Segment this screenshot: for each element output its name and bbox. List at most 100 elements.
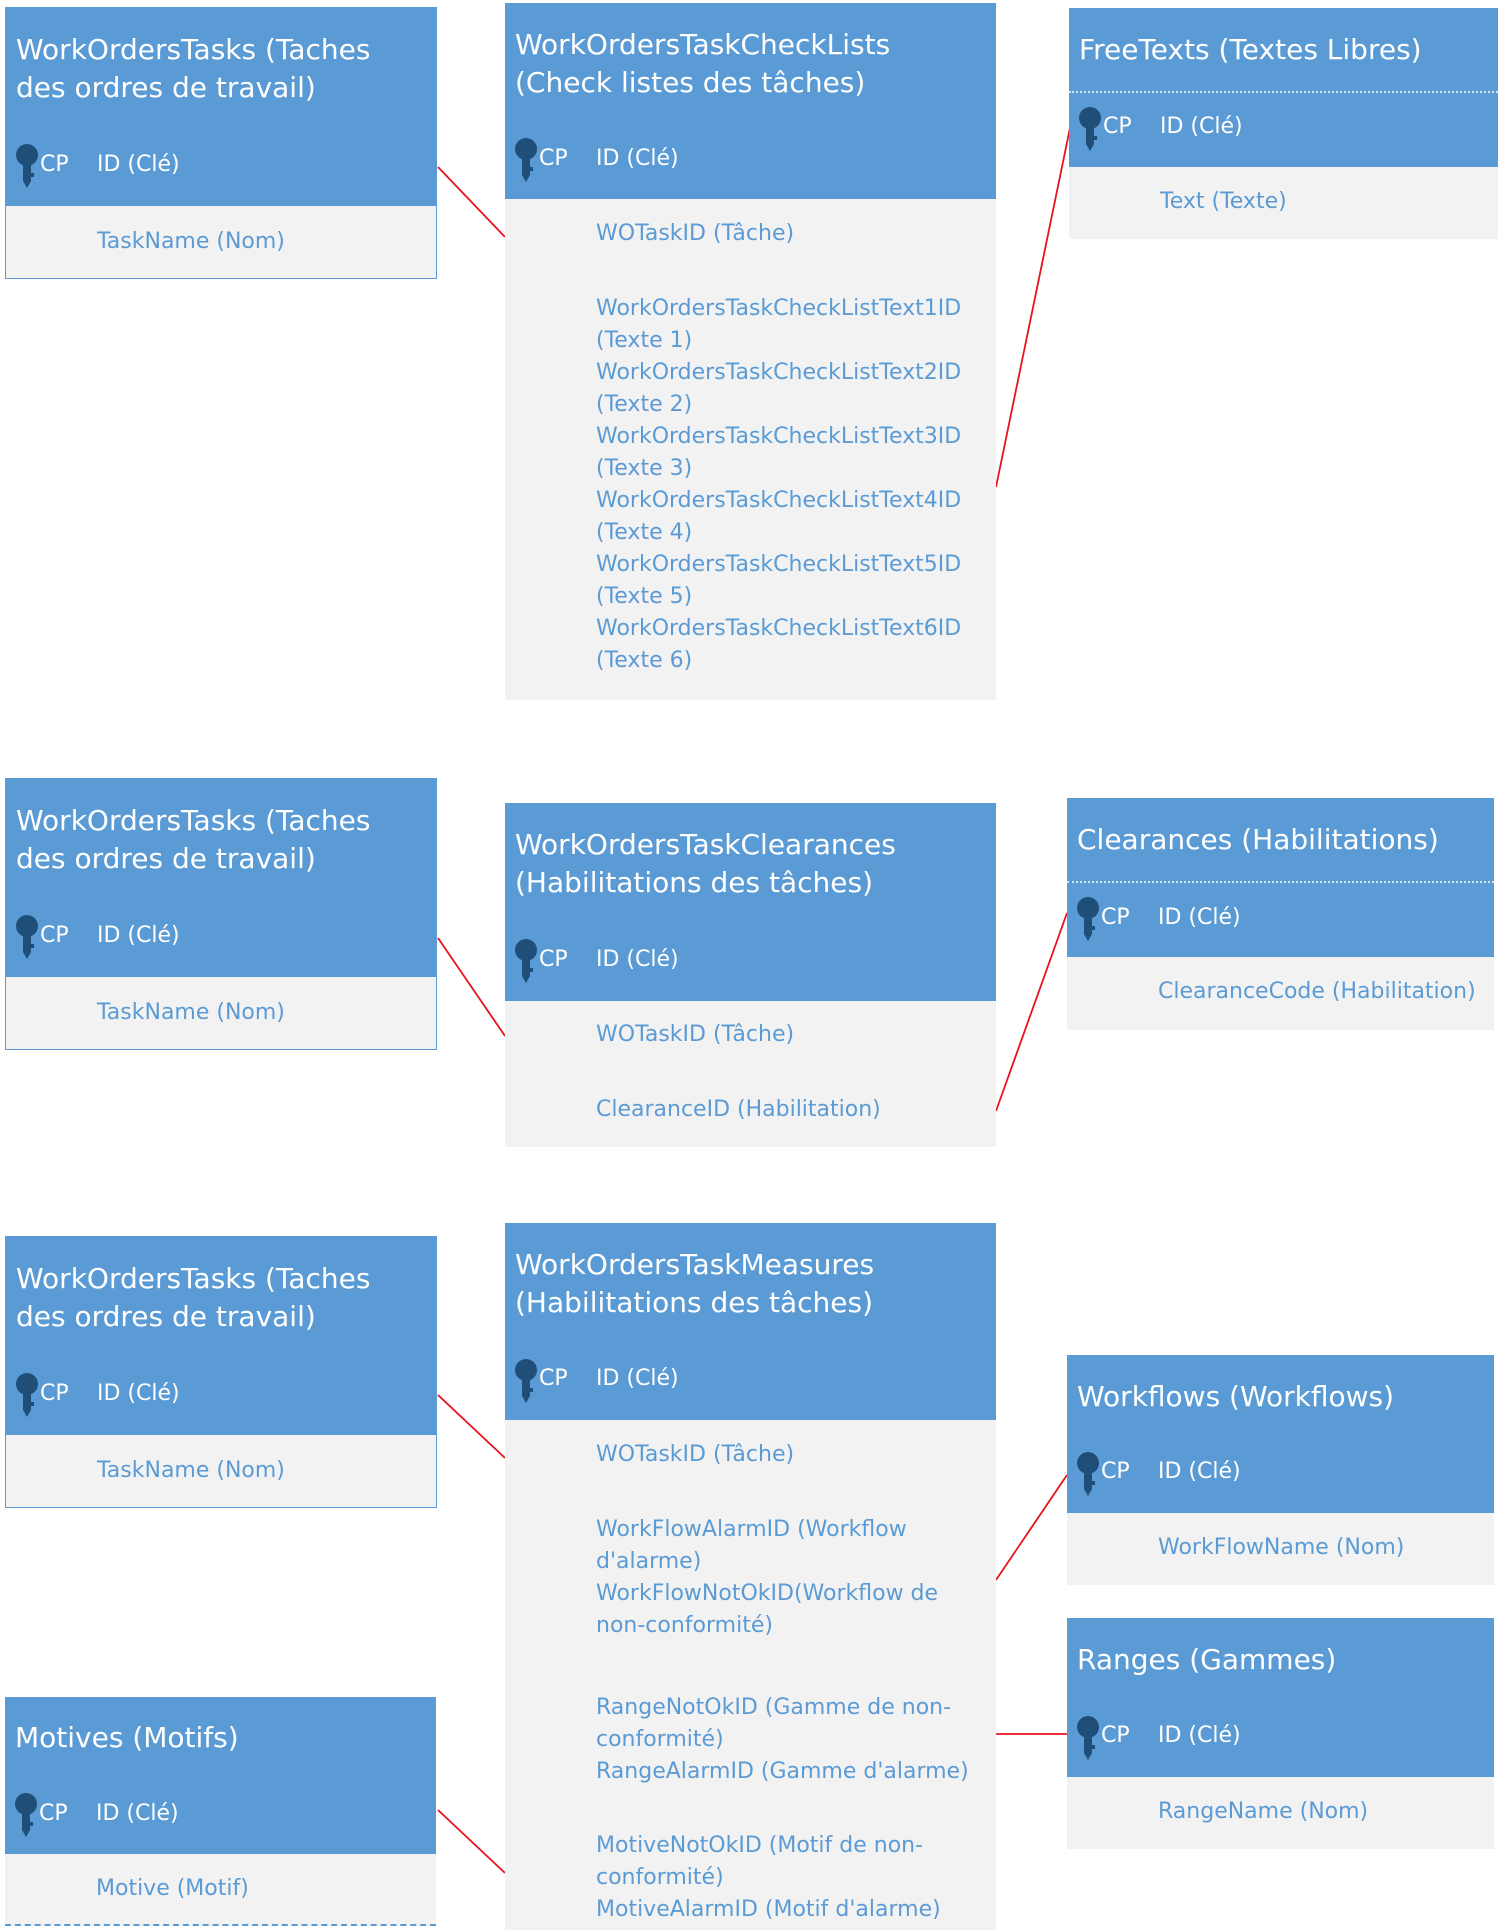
fields-section: WOTaskID (Tâche) WorkFlowAlarmID (Workfl… — [505, 1420, 996, 1930]
entity-workorderstasks[interactable]: WorkOrdersTasks (Taches des ordres de tr… — [5, 1236, 437, 1508]
primary-key-field: ID (Clé) — [97, 152, 180, 177]
fields-section: RangeName (Nom) — [1067, 1777, 1494, 1849]
entity-title: WorkOrdersTasks (Taches des ordres de tr… — [6, 779, 436, 900]
entity-title: FreeTexts (Textes Libres) — [1069, 8, 1498, 91]
primary-key-tag: CP — [539, 146, 568, 171]
field-checklist-text5: WorkOrdersTaskCheckListText5ID (Texte 5) — [596, 552, 962, 609]
primary-key-row: CP ID (Clé) — [505, 124, 996, 199]
primary-key-row: CP ID (Clé) — [6, 900, 436, 977]
field-taskname: TaskName (Nom) — [97, 1458, 285, 1483]
primary-key-row: CP ID (Clé) — [6, 129, 436, 206]
field-rangenotokid: RangeNotOkID (Gamme de non-conformité) — [596, 1695, 952, 1752]
entity-motives[interactable]: Motives (Motifs) CP ID (Clé) Motive (Mot… — [5, 1697, 436, 1930]
primary-key-tag: CP — [539, 1366, 568, 1391]
primary-key-tag: CP — [39, 1801, 68, 1826]
fields-section: TaskName (Nom) — [6, 1435, 436, 1507]
key-icon — [1077, 897, 1099, 941]
relation-line — [437, 1394, 506, 1459]
field-motivenotokid: MotiveNotOkID (Motif de non-conformité) — [596, 1833, 924, 1890]
primary-key-field: ID (Clé) — [96, 1801, 179, 1826]
primary-key-field: ID (Clé) — [97, 923, 180, 948]
primary-key-tag: CP — [1101, 1459, 1130, 1484]
key-icon — [1079, 107, 1101, 151]
entity-title: WorkOrdersTaskMeasures (Habilitations de… — [505, 1223, 996, 1344]
field-wotaskid: WOTaskID (Tâche) — [596, 221, 795, 246]
key-icon — [16, 915, 38, 959]
entity-freetexts[interactable]: FreeTexts (Textes Libres) CP ID (Clé) Te… — [1069, 8, 1498, 239]
primary-key-field: ID (Clé) — [1158, 905, 1241, 930]
key-icon — [16, 144, 38, 188]
entity-workorderstaskchecklists[interactable]: WorkOrdersTaskCheckLists (Check listes d… — [505, 3, 996, 700]
entity-ranges[interactable]: Ranges (Gammes) CP ID (Clé) RangeName (N… — [1067, 1618, 1494, 1849]
primary-key-tag: CP — [1101, 1723, 1130, 1748]
field-motive: Motive (Motif) — [96, 1876, 249, 1901]
field-taskname: TaskName (Nom) — [97, 229, 285, 254]
relation-line — [437, 1809, 506, 1874]
primary-key-field: ID (Clé) — [1158, 1723, 1241, 1748]
field-wotaskid: WOTaskID (Tâche) — [596, 1442, 795, 1467]
field-checklist-text2: WorkOrdersTaskCheckListText2ID (Texte 2) — [596, 360, 962, 417]
primary-key-row: CP ID (Clé) — [1067, 1702, 1494, 1777]
primary-key-tag: CP — [1103, 114, 1132, 139]
primary-key-field: ID (Clé) — [596, 947, 679, 972]
fields-section: WOTaskID (Tâche) ClearanceID (Habilitati… — [505, 1001, 996, 1147]
entity-title: Clearances (Habilitations) — [1067, 798, 1494, 881]
field-checklist-text1: WorkOrdersTaskCheckListText1ID (Texte 1) — [596, 296, 962, 353]
primary-key-field: ID (Clé) — [97, 1381, 180, 1406]
key-icon — [15, 1793, 37, 1837]
primary-key-field: ID (Clé) — [1158, 1459, 1241, 1484]
key-icon — [16, 1373, 38, 1417]
entity-workorderstasks[interactable]: WorkOrdersTasks (Taches des ordres de tr… — [5, 778, 437, 1050]
fields-section: ClearanceCode (Habilitation) — [1067, 957, 1494, 1030]
fields-section: TaskName (Nom) — [6, 206, 436, 278]
field-clearancecode: ClearanceCode (Habilitation) — [1158, 979, 1476, 1004]
fields-section: Motive (Motif) — [5, 1854, 436, 1926]
primary-key-tag: CP — [1101, 905, 1130, 930]
primary-key-field: ID (Clé) — [1160, 114, 1243, 139]
fields-section: WOTaskID (Tâche) WorkOrdersTaskCheckList… — [505, 199, 996, 700]
fields-section: WorkFlowName (Nom) — [1067, 1513, 1494, 1585]
primary-key-field: ID (Clé) — [596, 1366, 679, 1391]
entity-title: Workflows (Workflows) — [1067, 1355, 1494, 1438]
entity-title: WorkOrdersTasks (Taches des ordres de tr… — [6, 1237, 436, 1358]
field-rangealarmid: RangeAlarmID (Gamme d'alarme) — [596, 1759, 969, 1784]
key-icon — [515, 1359, 537, 1403]
field-checklist-text4: WorkOrdersTaskCheckListText4ID (Texte 4) — [596, 488, 962, 545]
entity-title: WorkOrdersTasks (Taches des ordres de tr… — [6, 8, 436, 129]
field-rangename: RangeName (Nom) — [1158, 1799, 1369, 1824]
primary-key-tag: CP — [40, 923, 69, 948]
field-workflowalarmid: WorkFlowAlarmID (Workflow d'alarme) — [596, 1517, 907, 1574]
field-wotaskid: WOTaskID (Tâche) — [596, 1022, 795, 1047]
primary-key-row: CP ID (Clé) — [1067, 881, 1494, 957]
key-icon — [1077, 1452, 1099, 1496]
primary-key-row: CP ID (Clé) — [1067, 1438, 1494, 1513]
primary-key-row: CP ID (Clé) — [505, 924, 996, 1001]
relation-line — [995, 912, 1068, 1112]
primary-key-tag: CP — [40, 1381, 69, 1406]
field-clearanceid: ClearanceID (Habilitation) — [596, 1097, 881, 1122]
entity-clearances[interactable]: Clearances (Habilitations) CP ID (Clé) C… — [1067, 798, 1494, 1030]
entity-title: Motives (Motifs) — [5, 1697, 436, 1779]
field-workflowname: WorkFlowName (Nom) — [1158, 1535, 1405, 1560]
primary-key-row: CP ID (Clé) — [505, 1344, 996, 1420]
primary-key-row: CP ID (Clé) — [6, 1358, 436, 1435]
field-taskname: TaskName (Nom) — [97, 1000, 285, 1025]
entity-workorderstasks[interactable]: WorkOrdersTasks (Taches des ordres de tr… — [5, 7, 437, 279]
relation-line — [437, 937, 506, 1037]
relation-line — [995, 127, 1071, 488]
entity-workorderstaskclearances[interactable]: WorkOrdersTaskClearances (Habilitations … — [505, 803, 996, 1147]
entity-workorderstaskmeasures[interactable]: WorkOrdersTaskMeasures (Habilitations de… — [505, 1223, 996, 1930]
field-checklist-text3: WorkOrdersTaskCheckListText3ID (Texte 3) — [596, 424, 962, 481]
relation-line — [995, 1474, 1068, 1581]
entity-title: WorkOrdersTaskCheckLists (Check listes d… — [505, 3, 996, 124]
fields-section: Text (Texte) — [1069, 167, 1498, 239]
primary-key-field: ID (Clé) — [596, 146, 679, 171]
field-text: Text (Texte) — [1160, 189, 1287, 214]
primary-key-tag: CP — [40, 152, 69, 177]
key-icon — [1077, 1716, 1099, 1760]
primary-key-row: CP ID (Clé) — [5, 1779, 436, 1854]
primary-key-row: CP ID (Clé) — [1069, 91, 1498, 167]
key-icon — [515, 138, 537, 182]
key-icon — [515, 939, 537, 983]
entity-workflows[interactable]: Workflows (Workflows) CP ID (Clé) WorkFl… — [1067, 1355, 1494, 1585]
